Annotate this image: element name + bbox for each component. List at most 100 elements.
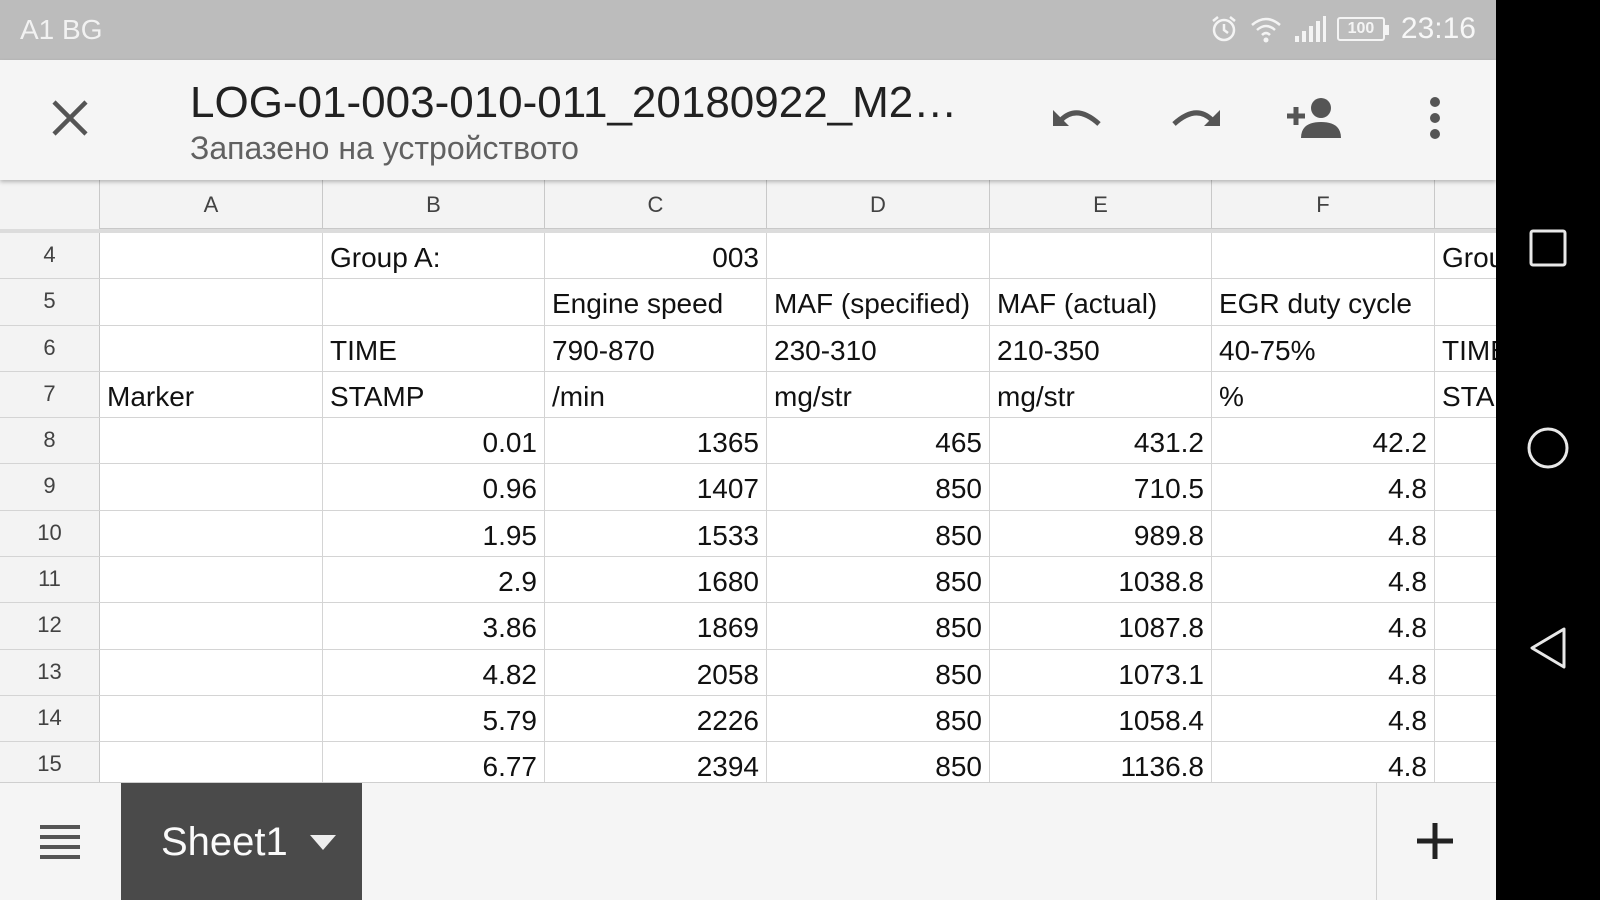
cell[interactable]: 850 <box>767 695 990 742</box>
cell[interactable]: 1365 <box>545 418 767 464</box>
cell[interactable]: TIME <box>323 325 545 371</box>
cell[interactable]: 42.2 <box>1212 418 1435 464</box>
row-header[interactable]: 9 <box>0 464 100 510</box>
sheet-tab-sheet1[interactable]: Sheet1 <box>121 783 362 900</box>
row-header[interactable]: 14 <box>0 695 100 742</box>
cell[interactable] <box>1435 557 1496 602</box>
cell[interactable]: TIME <box>1435 326 1496 371</box>
cell[interactable]: 4.8 <box>1212 603 1435 649</box>
add-sheet-button[interactable] <box>1400 808 1470 878</box>
row-header[interactable]: 10 <box>0 510 100 557</box>
cell[interactable]: EGR duty cycle <box>1212 279 1435 325</box>
cell[interactable]: 0.96 <box>323 464 545 510</box>
cell[interactable] <box>1435 650 1496 695</box>
column-header-e[interactable]: E <box>990 180 1212 229</box>
column-header-c[interactable]: C <box>545 180 767 229</box>
cell[interactable] <box>1435 603 1496 648</box>
cell[interactable]: 4.8 <box>1212 464 1435 510</box>
cell[interactable]: mg/str <box>990 371 1212 418</box>
cell[interactable] <box>1435 279 1496 324</box>
cell[interactable]: 790-870 <box>545 325 767 371</box>
cell[interactable]: STAMP <box>323 371 545 418</box>
column-header-b[interactable]: B <box>323 180 545 229</box>
dropdown-arrow-icon[interactable] <box>309 834 336 850</box>
cell[interactable]: 465 <box>767 418 990 464</box>
cell[interactable] <box>1212 233 1435 279</box>
cell[interactable] <box>1435 418 1496 463</box>
cell[interactable]: 40-75% <box>1212 325 1435 371</box>
cell[interactable]: 1073.1 <box>990 649 1212 695</box>
redo-button[interactable] <box>1161 85 1231 155</box>
cell[interactable]: 431.2 <box>990 418 1212 464</box>
cell[interactable] <box>767 233 990 279</box>
cell[interactable] <box>990 233 1212 279</box>
home-button[interactable] <box>1518 420 1578 480</box>
cell[interactable] <box>100 557 323 603</box>
cell[interactable] <box>1435 696 1496 741</box>
cell[interactable]: 989.8 <box>990 510 1212 557</box>
cell[interactable]: 210-350 <box>990 325 1212 371</box>
row-header[interactable]: 13 <box>0 649 100 695</box>
row-header[interactable]: 11 <box>0 557 100 603</box>
cell[interactable]: Marker <box>100 371 323 418</box>
cell[interactable]: 850 <box>767 510 990 557</box>
row-header[interactable]: 8 <box>0 418 100 464</box>
cell[interactable] <box>100 510 323 557</box>
cell[interactable]: 850 <box>767 557 990 603</box>
cell[interactable]: mg/str <box>767 371 990 418</box>
cell[interactable] <box>100 603 323 649</box>
cell[interactable]: Group <box>1435 233 1496 278</box>
cell[interactable]: 1.95 <box>323 510 545 557</box>
cell[interactable]: 1136.8 <box>990 742 1212 782</box>
select-all-corner[interactable] <box>0 180 100 229</box>
cell[interactable] <box>100 695 323 742</box>
cell[interactable]: 2058 <box>545 649 767 695</box>
column-header-f[interactable]: F <box>1212 180 1435 229</box>
cell[interactable]: 710.5 <box>990 464 1212 510</box>
cell[interactable] <box>100 464 323 510</box>
cell[interactable]: 1533 <box>545 510 767 557</box>
cell[interactable]: 3.86 <box>323 603 545 649</box>
cell[interactable]: 0.01 <box>323 418 545 464</box>
cell[interactable] <box>1435 742 1496 782</box>
cell[interactable]: 6.77 <box>323 742 545 782</box>
cell[interactable]: 1087.8 <box>990 603 1212 649</box>
column-header-d[interactable]: D <box>767 180 990 229</box>
cell[interactable]: 1058.4 <box>990 695 1212 742</box>
cell[interactable] <box>100 279 323 325</box>
cell[interactable]: 4.8 <box>1212 510 1435 557</box>
row-header[interactable]: 15 <box>0 742 100 782</box>
cell[interactable]: 850 <box>767 649 990 695</box>
row-header[interactable]: 12 <box>0 603 100 649</box>
cell[interactable] <box>100 649 323 695</box>
cell[interactable] <box>100 742 323 782</box>
undo-button[interactable] <box>1042 85 1112 155</box>
spreadsheet-grid[interactable]: A B C D E F 4 Group A:003 Group 5 Engine spe… <box>0 180 1496 782</box>
cell[interactable]: 850 <box>767 603 990 649</box>
cell[interactable]: 850 <box>767 464 990 510</box>
column-header-g[interactable] <box>1435 180 1496 229</box>
back-button[interactable] <box>1518 620 1578 680</box>
cell[interactable]: MAF (actual) <box>990 279 1212 325</box>
cell[interactable]: 1680 <box>545 557 767 603</box>
cell[interactable]: 5.79 <box>323 695 545 742</box>
cell[interactable] <box>1435 511 1496 556</box>
cell[interactable]: 003 <box>545 233 767 279</box>
cell[interactable]: 1407 <box>545 464 767 510</box>
cell[interactable]: Engine speed <box>545 279 767 325</box>
more-options-button[interactable] <box>1400 85 1470 155</box>
row-header[interactable]: 6 <box>0 325 100 371</box>
cell[interactable] <box>100 325 323 371</box>
cell[interactable]: 1038.8 <box>990 557 1212 603</box>
cell[interactable]: 4.8 <box>1212 649 1435 695</box>
close-button[interactable] <box>35 85 105 155</box>
cell[interactable]: MAF (specified) <box>767 279 990 325</box>
cell[interactable]: 1869 <box>545 603 767 649</box>
cell[interactable]: STAMP <box>1435 372 1496 417</box>
cell[interactable] <box>323 279 545 325</box>
cell[interactable]: % <box>1212 371 1435 418</box>
row-header[interactable]: 4 <box>0 233 100 279</box>
row-header[interactable]: 5 <box>0 279 100 325</box>
cell[interactable]: 2.9 <box>323 557 545 603</box>
share-button[interactable] <box>1280 85 1350 155</box>
